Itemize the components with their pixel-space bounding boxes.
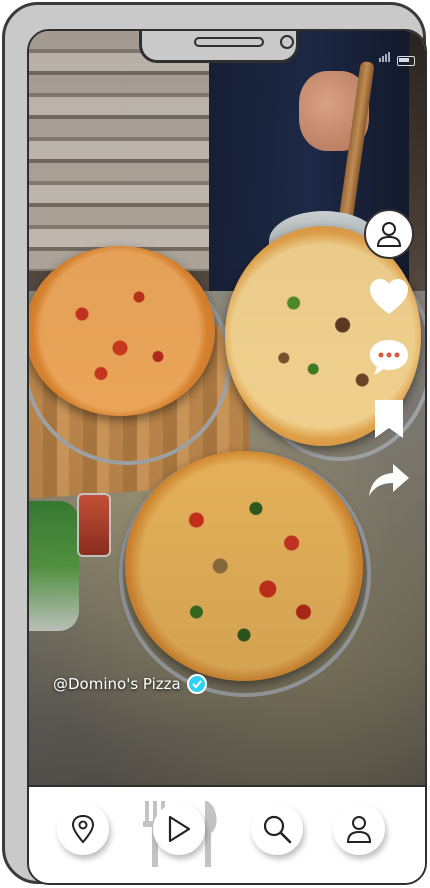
verified-badge-icon [186, 674, 207, 694]
nav-location-button[interactable] [57, 803, 109, 855]
speaker-grille [194, 37, 264, 47]
chat-bubble-icon [370, 340, 408, 375]
heart-icon [370, 279, 408, 314]
share-arrow-icon [369, 464, 409, 496]
user-icon [376, 222, 402, 247]
action-rail [359, 209, 419, 509]
phone-frame: @Domino's Pizza [2, 2, 427, 885]
nav-search-button[interactable] [251, 803, 303, 855]
bookmark-icon [375, 400, 403, 438]
notch [139, 31, 299, 63]
profile-avatar-button[interactable] [364, 209, 414, 259]
comment-button[interactable] [359, 331, 419, 383]
share-button[interactable] [359, 455, 419, 507]
user-icon [346, 816, 372, 843]
bottom-navigation [29, 785, 425, 883]
status-bar [379, 47, 415, 66]
map-pin-icon [71, 814, 95, 844]
battery-icon [397, 56, 415, 66]
play-icon [168, 815, 191, 843]
nav-play-button[interactable] [153, 803, 205, 855]
handle-text[interactable]: @Domino's Pizza [53, 675, 181, 693]
nav-profile-button[interactable] [333, 803, 385, 855]
search-icon [263, 815, 292, 844]
front-camera [280, 35, 294, 49]
screen: @Domino's Pizza [27, 29, 427, 885]
save-button[interactable] [359, 393, 419, 445]
signal-icon [379, 47, 391, 66]
like-button[interactable] [359, 271, 419, 323]
creator-handle[interactable]: @Domino's Pizza [53, 674, 207, 694]
